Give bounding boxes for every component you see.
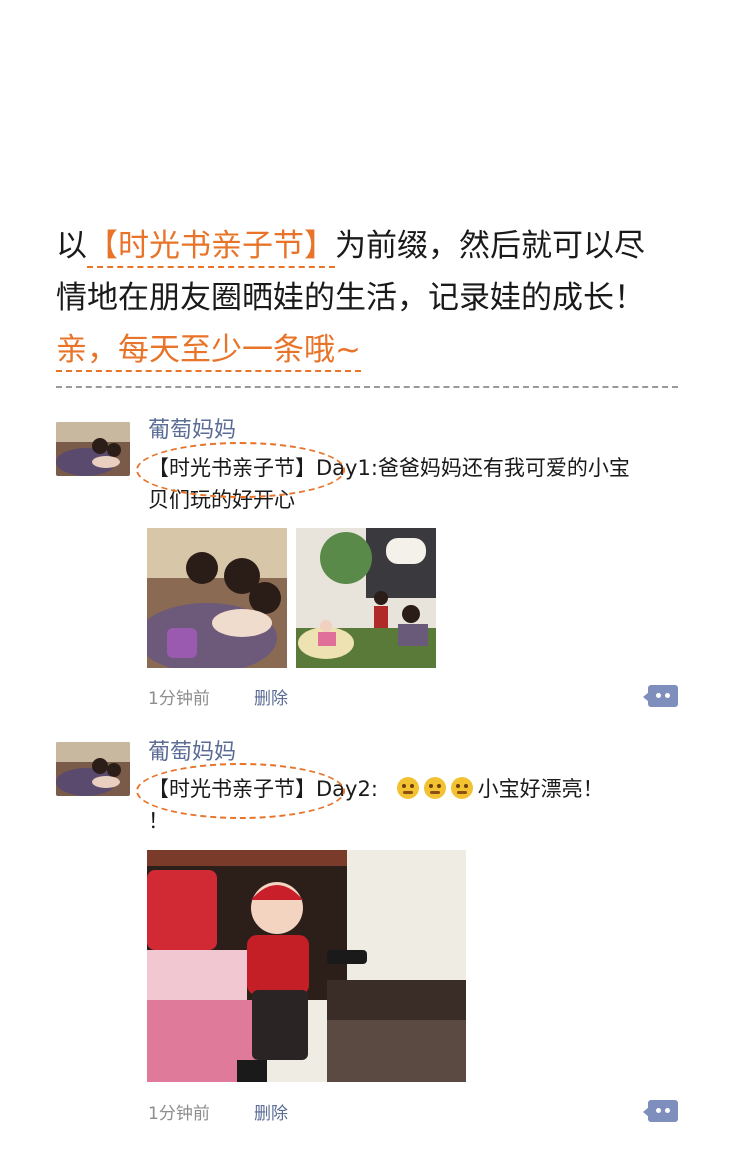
thinking-face-icon (450, 777, 473, 799)
divider (56, 386, 678, 388)
post-time: 1分钟前 (148, 1104, 210, 1124)
poster-name[interactable]: 葡萄妈妈 (148, 734, 236, 766)
post-photo[interactable] (147, 850, 466, 1082)
thinking-face-icon (423, 777, 446, 799)
poster-name[interactable]: 葡萄妈妈 (148, 412, 236, 444)
intro-line-1: 以【时光书亲子节】为前缀，然后就可以尽 (56, 220, 696, 272)
post-photo[interactable] (296, 528, 436, 668)
comment-icon[interactable] (643, 1100, 678, 1122)
post-photo[interactable] (147, 528, 287, 668)
intro-suffix: 为前缀，然后就可以尽 (335, 228, 645, 264)
delete-link[interactable]: 删除 (254, 1099, 288, 1124)
intro-call-to-action: 亲，每天至少一条哦~ (56, 332, 361, 372)
comment-icon[interactable] (643, 685, 678, 707)
thinking-face-icon (396, 777, 419, 799)
avatar[interactable] (56, 742, 130, 796)
intro-line-2: 情地在朋友圈晒娃的生活，记录娃的成长！ (56, 280, 645, 316)
post-text: 【时光书亲子节】Day1:爸爸妈妈还有我可爱的小宝贝们玩的好开心 (136, 442, 648, 516)
avatar[interactable] (56, 422, 130, 476)
delete-link[interactable]: 删除 (254, 684, 288, 709)
post-tag: 【时光书亲子节】 (136, 763, 345, 819)
intro-line-3: 亲，每天至少一条哦~ (56, 324, 696, 376)
post-text: 【时光书亲子节】Day2: 小宝好漂亮！ ！ (136, 763, 648, 837)
intro-tag: 【时光书亲子节】 (87, 228, 335, 268)
intro-prefix: 以 (56, 228, 87, 264)
tag-highlight (136, 442, 345, 498)
intro-text: 以【时光书亲子节】为前缀，然后就可以尽 情地在朋友圈晒娃的生活，记录娃的成长！ … (56, 220, 696, 376)
post-time: 1分钟前 (148, 689, 210, 709)
tag-highlight (136, 763, 345, 819)
post-tag: 【时光书亲子节】 (136, 442, 345, 498)
